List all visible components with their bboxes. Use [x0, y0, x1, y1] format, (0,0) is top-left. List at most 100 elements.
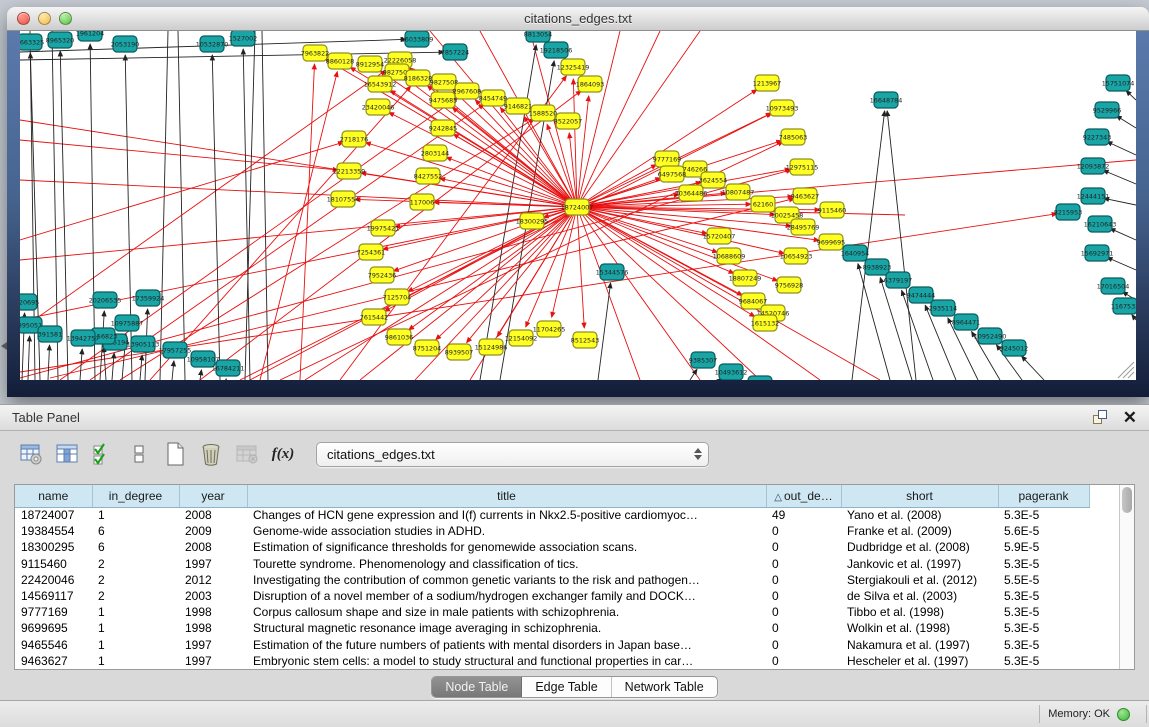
sort-ascending-icon: △: [774, 492, 782, 503]
svg-text:1640954: 1640954: [841, 249, 869, 257]
svg-text:7254361: 7254361: [357, 248, 385, 256]
table-row[interactable]: 969969511998Structural magnetic resonanc…: [15, 620, 1089, 636]
minimize-window-icon[interactable]: [38, 12, 51, 25]
svg-text:18807249: 18807249: [729, 274, 762, 282]
column-header[interactable]: △out_de…: [766, 485, 841, 507]
svg-text:9529966: 9529966: [1093, 106, 1121, 114]
svg-text:6379197: 6379197: [884, 276, 912, 284]
table-toolbar: f(x) citations_edges.txt: [0, 431, 1149, 477]
window-title: citations_edges.txt: [7, 11, 1149, 26]
svg-text:7485063: 7485063: [779, 133, 807, 141]
svg-text:16033809: 16033809: [401, 35, 434, 43]
table-selector-dropdown[interactable]: citations_edges.txt: [316, 442, 709, 467]
column-header[interactable]: title: [247, 485, 766, 507]
svg-text:3624554: 3624554: [699, 176, 727, 184]
table-row[interactable]: 977716911998Corpus callosum shape and si…: [15, 604, 1089, 620]
svg-text:12213359: 12213359: [333, 167, 366, 175]
table-row[interactable]: 2242004622012Investigating the contribut…: [15, 572, 1089, 588]
table-scrollbar[interactable]: [1119, 485, 1134, 669]
new-table-icon[interactable]: [160, 439, 190, 469]
canvas-resize-grip[interactable]: [1128, 372, 1134, 378]
table-row[interactable]: 1456911722003Disruption of a novel membe…: [15, 588, 1089, 604]
table-row[interactable]: 1830029562008Estimation of significance …: [15, 539, 1089, 555]
tab-network-table[interactable]: Network Table: [612, 677, 717, 697]
table-column-icon[interactable]: [52, 439, 82, 469]
table-settings-icon[interactable]: [16, 439, 46, 469]
zoom-window-icon[interactable]: [59, 12, 72, 25]
svg-text:17359924: 17359924: [132, 294, 165, 302]
table-row[interactable]: 911546021997Tourette syndrome. Phenomeno…: [15, 556, 1089, 572]
svg-text:8215953: 8215953: [1054, 208, 1082, 216]
svg-text:9861036: 9861036: [385, 333, 413, 341]
svg-text:9475685: 9475685: [429, 96, 457, 104]
function-builder-icon[interactable]: f(x): [268, 439, 298, 469]
column-header[interactable]: year: [179, 485, 247, 507]
svg-text:8860128: 8860128: [326, 57, 354, 65]
column-header[interactable]: pagerank: [998, 485, 1089, 507]
svg-text:9827508: 9827508: [430, 78, 458, 86]
status-bar: Memory: OK: [0, 700, 1149, 727]
memory-ok-icon: [1117, 708, 1130, 721]
svg-text:9684067: 9684067: [739, 297, 767, 305]
svg-text:7125704: 7125704: [383, 293, 411, 301]
svg-text:9463627: 9463627: [791, 192, 819, 200]
svg-text:9699695: 9699695: [817, 238, 845, 246]
svg-text:15124986: 15124986: [475, 343, 508, 351]
table-row[interactable]: 1938455462009Genome-wide association stu…: [15, 523, 1089, 539]
panel-collapse-arrow-icon[interactable]: [1, 342, 7, 350]
svg-text:10688609: 10688609: [713, 252, 746, 260]
svg-text:20206535: 20206535: [89, 296, 122, 304]
svg-text:10493612: 10493612: [715, 368, 748, 376]
stacked-squares-icon[interactable]: [124, 439, 154, 469]
tab-edge-table[interactable]: Edge Table: [522, 677, 611, 697]
svg-text:8939507: 8939507: [445, 348, 473, 356]
network-window-titlebar[interactable]: citations_edges.txt: [7, 7, 1149, 31]
memory-status-label: Memory: OK: [1048, 708, 1110, 720]
table-panel-title: Table Panel: [12, 410, 80, 425]
import-table-disabled-icon: [232, 439, 262, 469]
svg-text:17957255: 17957255: [159, 346, 192, 354]
svg-text:12325419: 12325419: [557, 63, 590, 71]
svg-text:8813054: 8813054: [524, 31, 552, 38]
svg-text:7952436: 7952436: [368, 271, 396, 279]
float-panel-icon[interactable]: [1093, 410, 1109, 426]
svg-text:28495769: 28495769: [787, 223, 820, 231]
scrollbar-thumb[interactable]: [1122, 487, 1132, 513]
svg-text:10952490: 10952490: [974, 332, 1007, 340]
tab-node-table[interactable]: Node Table: [432, 677, 522, 697]
svg-text:15692971: 15692971: [1081, 249, 1114, 257]
svg-text:11704265: 11704265: [533, 325, 566, 333]
svg-text:8186328: 8186328: [404, 74, 432, 82]
table-row[interactable]: 1872400712008Changes of HCN gene express…: [15, 507, 1089, 523]
svg-text:8454749: 8454749: [479, 94, 507, 102]
close-window-icon[interactable]: [17, 12, 30, 25]
svg-text:10532870: 10532870: [196, 40, 229, 48]
table-row[interactable]: 946362711997Embryonic stem cells: a mode…: [15, 653, 1089, 669]
delete-table-icon[interactable]: [196, 439, 226, 469]
network-canvas[interactable]: 1872400779638228860128891295422226058982…: [20, 31, 1136, 380]
svg-text:19218506: 19218506: [540, 46, 573, 54]
network-window-frame: 1872400779638228860128891295422226058982…: [7, 31, 1149, 397]
table-row[interactable]: 946554611997Estimation of the future num…: [15, 637, 1089, 653]
svg-text:10958107: 10958107: [187, 355, 220, 363]
svg-text:20364486: 20364486: [675, 189, 708, 197]
svg-text:12975115: 12975115: [786, 163, 819, 171]
svg-text:9115460: 9115460: [818, 206, 846, 214]
column-header[interactable]: in_degree: [92, 485, 179, 507]
svg-text:19975421: 19975421: [367, 224, 400, 232]
canvas-resize-grip[interactable]: [1123, 367, 1134, 378]
svg-text:16210643: 16210643: [1084, 220, 1117, 228]
svg-text:1588520: 1588520: [529, 109, 557, 117]
svg-text:2320695: 2320695: [20, 298, 39, 306]
select-rows-icon[interactable]: [88, 439, 118, 469]
network-graph[interactable]: 1872400779638228860128891295422226058982…: [20, 31, 1136, 380]
close-panel-icon[interactable]: ✕: [1123, 409, 1137, 426]
node-table[interactable]: namein_degreeyeartitle△out_de…shortpager…: [15, 485, 1090, 669]
svg-text:18724007: 18724007: [561, 203, 594, 211]
column-header[interactable]: short: [841, 485, 998, 507]
svg-text:1615132: 1615132: [751, 319, 779, 327]
svg-text:6497568: 6497568: [658, 170, 686, 178]
svg-text:2718176: 2718176: [340, 135, 368, 143]
table-selector-value: citations_edges.txt: [327, 447, 694, 462]
column-header[interactable]: name: [15, 485, 92, 507]
